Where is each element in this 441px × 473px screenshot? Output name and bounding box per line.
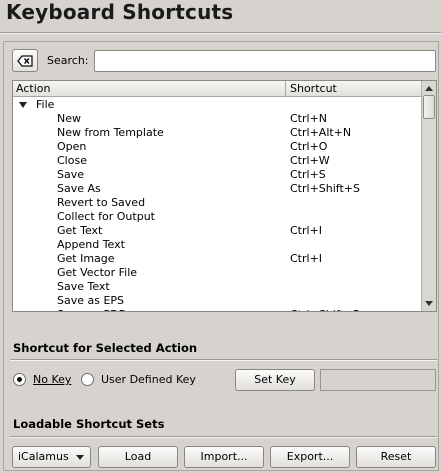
user-defined-key-radio[interactable]	[81, 373, 94, 386]
scroll-thumb[interactable]	[423, 95, 435, 119]
search-input[interactable]	[94, 50, 436, 72]
action-name: Close	[57, 154, 87, 167]
action-shortcut: Ctrl+W	[290, 154, 330, 167]
no-key-radio[interactable]	[13, 373, 26, 386]
key-display-field	[320, 369, 436, 391]
action-shortcut: Ctrl+Alt+N	[290, 126, 352, 139]
tree-row[interactable]: Open Ctrl+O	[13, 140, 422, 154]
tree-rows: File New Ctrl+N New from Template Ctrl+Alt+…	[13, 98, 422, 311]
chevron-down-icon	[76, 455, 84, 460]
action-name: Open	[57, 140, 87, 153]
no-key-label[interactable]: No Key	[33, 373, 71, 386]
tree-row[interactable]: Save as EPS	[13, 294, 422, 308]
action-name: Revert to Saved	[57, 196, 146, 209]
tree-row[interactable]: Save Ctrl+S	[13, 168, 422, 182]
tree-row[interactable]: Revert to Saved	[13, 196, 422, 210]
group-label: File	[36, 98, 55, 111]
tree-row[interactable]: Save Text	[13, 280, 422, 294]
tree-row[interactable]: Get Vector File	[13, 266, 422, 280]
no-key-text: No Key	[33, 373, 72, 386]
action-name: Get Vector File	[57, 266, 138, 279]
clear-search-button[interactable]	[12, 49, 38, 72]
tree-row[interactable]: Save as PDF Ctrl+Shift+P	[13, 308, 422, 311]
action-name: Collect for Output	[57, 210, 155, 223]
clear-field-icon	[17, 54, 33, 67]
column-header-shortcut[interactable]: Shortcut	[286, 81, 422, 97]
action-name: Save Text	[57, 280, 110, 293]
user-defined-key-label[interactable]: User Defined Key	[101, 373, 196, 386]
load-button[interactable]: Load	[98, 446, 178, 468]
action-name: Get Image	[57, 252, 115, 265]
reset-button[interactable]: Reset	[356, 446, 436, 468]
expand-triangle-icon[interactable]	[19, 102, 27, 108]
action-shortcut: Ctrl+O	[290, 140, 328, 153]
tree-row[interactable]: Collect for Output	[13, 210, 422, 224]
import-button[interactable]: Import...	[184, 446, 264, 468]
selected-action-heading: Shortcut for Selected Action	[13, 341, 198, 355]
tree-header: Action Shortcut	[13, 81, 422, 97]
tree-row[interactable]: Get Text Ctrl+I	[13, 224, 422, 238]
search-label: Search:	[47, 54, 89, 67]
dialog-title: Keyboard Shortcuts	[6, 0, 234, 24]
tree-scrollbar[interactable]	[421, 81, 436, 311]
action-shortcut: Ctrl+N	[290, 112, 328, 125]
action-name: Get Text	[57, 224, 103, 237]
column-header-action[interactable]: Action	[13, 81, 286, 97]
tree-row[interactable]: New from Template Ctrl+Alt+N	[13, 126, 422, 140]
action-shortcut: Ctrl+Shift+P	[290, 308, 360, 311]
title-divider	[0, 32, 441, 34]
action-name: Save As	[57, 182, 101, 195]
tree-row[interactable]: Get Image Ctrl+I	[13, 252, 422, 266]
scroll-up-icon[interactable]	[425, 86, 433, 91]
export-button[interactable]: Export...	[270, 446, 350, 468]
action-name: Append Text	[57, 238, 125, 251]
action-shortcut: Ctrl+I	[290, 252, 323, 265]
loadable-sets-heading: Loadable Shortcut Sets	[13, 417, 165, 431]
section-divider	[10, 436, 437, 438]
tree-row[interactable]: Append Text	[13, 238, 422, 252]
section-divider	[10, 359, 437, 361]
shortcut-set-value: iCalamus	[18, 450, 69, 463]
shortcut-tree[interactable]: Action Shortcut File New Ctrl+N New from T…	[12, 80, 437, 312]
tree-group-file[interactable]: File	[13, 98, 422, 112]
action-name: Save as PDF	[57, 308, 125, 311]
shortcut-set-select[interactable]: iCalamus	[12, 446, 91, 468]
action-name: Save	[57, 168, 85, 181]
action-name: Save as EPS	[57, 294, 125, 307]
tree-row[interactable]: New Ctrl+N	[13, 112, 422, 126]
set-key-button[interactable]: Set Key	[235, 369, 315, 391]
tree-row[interactable]: Close Ctrl+W	[13, 154, 422, 168]
action-shortcut: Ctrl+S	[290, 168, 326, 181]
scroll-down-icon[interactable]	[425, 301, 433, 306]
action-name: New from Template	[57, 126, 164, 139]
action-shortcut: Ctrl+I	[290, 224, 323, 237]
tree-row[interactable]: Save As Ctrl+Shift+S	[13, 182, 422, 196]
action-name: New	[57, 112, 81, 125]
action-shortcut: Ctrl+Shift+S	[290, 182, 360, 195]
